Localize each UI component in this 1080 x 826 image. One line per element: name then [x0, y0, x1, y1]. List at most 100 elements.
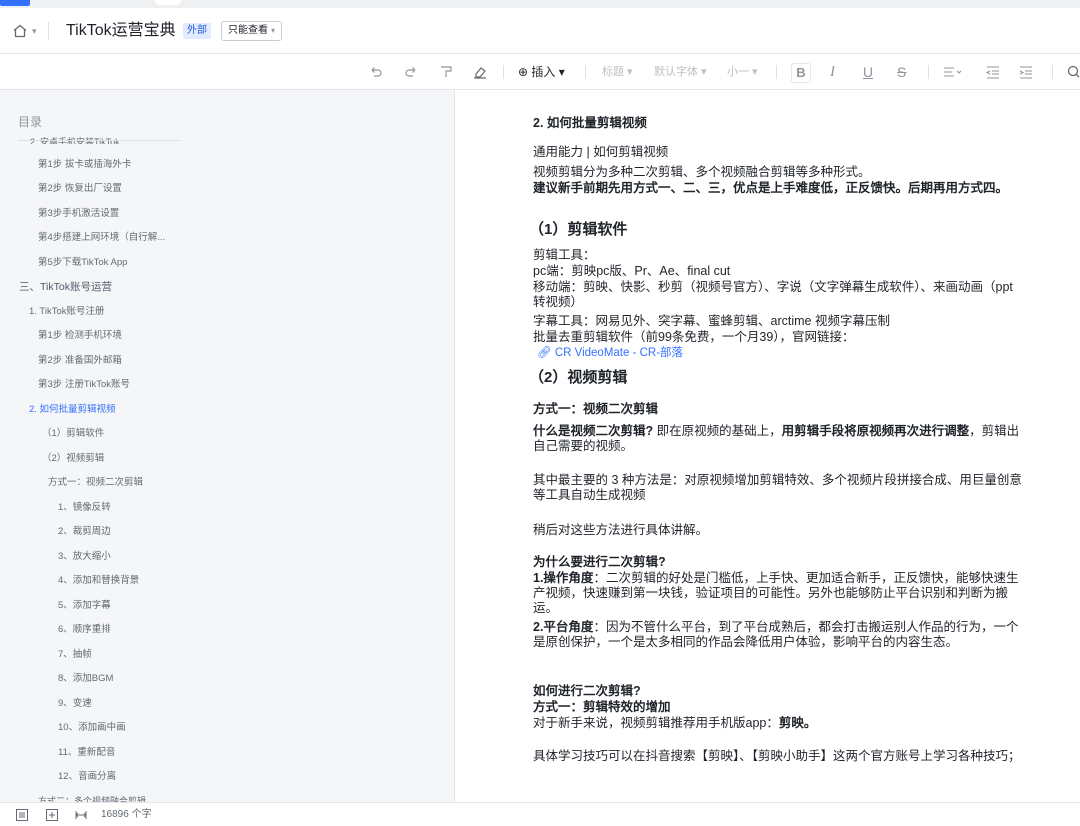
toc-sidebar: 目录 2. 安卓手机安装TikTok 第1步 拔卡或插海外卡 第2步 恢复出厂设…: [0, 90, 455, 802]
link-label: CR VideoMate - CR-部落: [554, 347, 684, 359]
indent-icon[interactable]: [1019, 62, 1033, 82]
inline-text: 对于新手来说，视频剪辑推荐用手机版app：: [533, 716, 779, 730]
underline-button[interactable]: U: [863, 62, 873, 82]
toc-item[interactable]: 第3步 注册TikTok账号: [38, 378, 130, 392]
toc-item-active[interactable]: 2. 如何批量剪辑视频: [29, 403, 116, 417]
status-bar: 16896 个字: [0, 802, 1080, 825]
doc-paragraph: 移动端：剪映、快影、秒剪（视频号官方）、字说（文字弹幕生成软件）、来画动画（pp…: [533, 280, 1013, 309]
toolbar-divider: [928, 65, 929, 79]
word-count-icon: [75, 808, 87, 820]
toolbar-divider: [503, 65, 504, 79]
doc-paragraph: 2.平台角度：因为不管什么平台，到了平台成熟后，都会打击搬运别人作品的行为，一个…: [533, 620, 1023, 650]
align-icon[interactable]: [942, 62, 962, 82]
header-divider: [48, 22, 49, 40]
size-label: 小一: [727, 66, 749, 78]
doc-paragraph-bold: 为什么要进行二次剪辑?: [533, 555, 666, 569]
strikethrough-button[interactable]: S: [897, 62, 906, 82]
toc-divider: [18, 140, 180, 141]
inline-bold: 1.操作角度: [533, 571, 594, 585]
clear-format-icon[interactable]: [472, 62, 488, 82]
doc-paragraph: 通用能力 | 如何剪辑视频: [533, 145, 669, 159]
document-content[interactable]: 2. 如何批量剪辑视频 通用能力 | 如何剪辑视频 视频剪辑分为多种二次剪辑、多…: [455, 90, 1080, 802]
toc-item[interactable]: 3、放大缩小: [58, 550, 111, 564]
toc-item[interactable]: 12、音画分离: [58, 770, 116, 784]
doc-paragraph-bold: 建议新手前期先用方式一、二、三，优点是上手难度低，正反馈快。后期再用方式四。: [533, 181, 1009, 195]
section-heading: 2. 如何批量剪辑视频: [533, 116, 647, 130]
toc-item[interactable]: 6、顺序重排: [58, 623, 111, 637]
active-tab-indicator: [0, 0, 30, 6]
toc-item[interactable]: 7、抽帧: [58, 648, 92, 662]
size-dropdown[interactable]: 小一 ▾: [727, 62, 758, 82]
inline-bold: 什么是视频二次剪辑?: [533, 424, 654, 438]
font-dropdown[interactable]: 默认字体 ▾: [654, 62, 707, 82]
toc-item[interactable]: 第1步 拔卡或插海外卡: [38, 158, 131, 172]
insert-label: ⊕ 插入: [518, 65, 556, 79]
toc-item[interactable]: 第3步手机激活设置: [38, 207, 119, 221]
doc-paragraph: 稍后对这些方法进行具体讲解。: [533, 523, 709, 537]
toc-item[interactable]: 2、裁剪周边: [58, 525, 111, 539]
home-icon[interactable]: [12, 23, 28, 39]
toc-item[interactable]: 1、镜像反转: [58, 501, 111, 515]
redo-icon[interactable]: [404, 62, 418, 82]
doc-paragraph-bold: 方式一：剪辑特效的增加: [533, 700, 671, 714]
page-title: TikTok运营宝典: [66, 22, 176, 39]
inline-text: ：因为不管什么平台，到了平台成熟后，都会打击搬运别人作品的行为，一个是原创保护，…: [533, 620, 1019, 649]
tab-edge: [155, 0, 181, 5]
toc-item[interactable]: （2）视频剪辑: [42, 452, 104, 466]
chevron-down-icon[interactable]: ▾: [32, 23, 37, 39]
external-badge: 外部: [183, 23, 211, 39]
doc-paragraph: 1.操作角度：二次剪辑的好处是门槛低，上手快、更加适合新手，正反馈快，能够快速生…: [533, 571, 1023, 616]
inline-bold: 用剪辑手段将原视频再次进行调整: [781, 424, 970, 438]
heading-dropdown[interactable]: 标题 ▾: [602, 62, 633, 82]
doc-paragraph: pc端：剪映pc版、Pr、Ae、final cut: [533, 264, 731, 278]
inline-text: ：二次剪辑的好处是门槛低，上手快、更加适合新手，正反馈快，能够快速生产视频，快速…: [533, 571, 1019, 615]
toc-item[interactable]: 第4步搭建上网环境（自行解...: [38, 231, 165, 245]
external-link[interactable]: 🔗︎ CR VideoMate - CR-部落: [537, 346, 1027, 361]
toc-item[interactable]: （1）剪辑软件: [42, 427, 104, 441]
toc-item[interactable]: 第2步 准备国外邮箱: [38, 354, 122, 368]
document-header: ▾ TikTok运营宝典 外部 只能查看 ▾: [0, 8, 1080, 54]
doc-paragraph: 其中最主要的 3 种方法是：对原视频增加剪辑特效、多个视频片段拼接合成、用巨量创…: [533, 473, 1022, 502]
doc-paragraph-bold: 方式一：视频二次剪辑: [533, 402, 659, 416]
toolbar-divider: [585, 65, 586, 79]
format-painter-icon[interactable]: [439, 62, 453, 82]
browser-tab-strip: [0, 0, 1080, 8]
toc-item[interactable]: 三、TikTok账号运营: [19, 280, 112, 294]
font-label: 默认字体: [654, 66, 698, 78]
doc-paragraph: 视频剪辑分为多种二次剪辑、多个视频融合剪辑等多种形式。: [533, 165, 871, 179]
editor-toolbar: ⊕ 插入 ▾ 标题 ▾ 默认字体 ▾ 小一 ▾ B I U S: [0, 54, 1080, 90]
permission-dropdown[interactable]: 只能查看 ▾: [221, 21, 283, 41]
inline-bold: 2.平台角度: [533, 620, 594, 634]
italic-button[interactable]: I: [830, 62, 835, 82]
search-icon[interactable]: [1066, 62, 1080, 82]
bold-button[interactable]: B: [791, 63, 811, 83]
toc-item[interactable]: 第2步 恢复出厂设置: [38, 182, 122, 196]
chevron-down-icon: ▾: [271, 26, 276, 35]
outdent-icon[interactable]: [986, 62, 1000, 82]
outline-view-icon[interactable]: [16, 808, 28, 821]
toc-item[interactable]: 第5步下载TikTok App: [38, 256, 127, 270]
word-count: 16896 个字: [101, 809, 152, 820]
toc-item[interactable]: 11、重新配音: [58, 746, 115, 760]
link-icon: 🔗︎: [537, 347, 552, 359]
doc-paragraph: 剪辑工具：: [533, 248, 596, 262]
inline-bold: 剪映。: [778, 716, 817, 730]
heading-label: 标题: [602, 66, 624, 78]
toolbar-divider: [1052, 65, 1053, 79]
undo-icon[interactable]: [369, 62, 383, 82]
page-view-icon[interactable]: [46, 808, 58, 821]
toc-item[interactable]: 9、变速: [58, 697, 92, 711]
toc-item[interactable]: 8、添加BGM: [58, 672, 113, 686]
toc-item[interactable]: 方式一：视频二次剪辑: [48, 476, 143, 490]
toc-item[interactable]: 1. TikTok账号注册: [29, 305, 105, 319]
toc-title: 目录: [18, 115, 43, 129]
inline-text: 即在原视频的基础上，: [653, 424, 782, 438]
toc-item[interactable]: 5、添加字幕: [58, 599, 111, 613]
toc-item-partial[interactable]: 2. 安卓手机安装TikTok: [30, 134, 120, 144]
subsection-heading: （1）剪辑软件: [529, 221, 628, 238]
toc-item[interactable]: 第1步 检测手机环境: [38, 329, 122, 343]
doc-paragraph-bold: 如何进行二次剪辑?: [533, 684, 641, 698]
insert-button[interactable]: ⊕ 插入 ▾: [518, 62, 565, 82]
toc-item[interactable]: 10、添加画中画: [58, 721, 126, 735]
toc-item[interactable]: 4、添加和替换背景: [58, 574, 139, 588]
